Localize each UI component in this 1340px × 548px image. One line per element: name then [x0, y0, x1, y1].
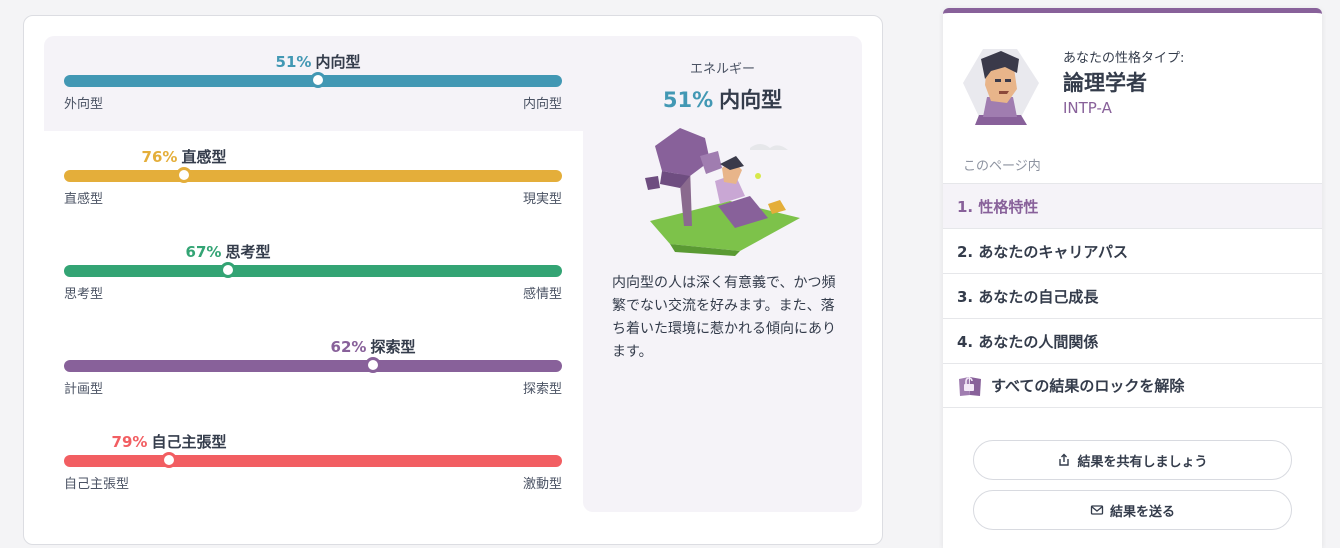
- trait-tactics-knob: [365, 357, 381, 373]
- trait-tactics-bar: [64, 360, 562, 372]
- trait-nature-name: 思考型: [225, 243, 271, 261]
- type-name: 論理学者: [1063, 71, 1147, 95]
- trait-nature-heading: 67% 思考型: [186, 241, 271, 262]
- trait-nature-knob: [220, 262, 236, 278]
- toc-item-personality-traits[interactable]: 1. 性格特性: [943, 183, 1322, 228]
- unlock-book-icon: [959, 376, 981, 396]
- trait-detail-percent: 51%: [662, 88, 714, 112]
- trait-tactics-left-label: 計画型: [64, 382, 104, 397]
- toc-item-label: 2. あなたのキャリアパス: [957, 242, 1129, 261]
- trait-mind-name: 直感型: [181, 148, 227, 166]
- send-results-button[interactable]: 結果を送る: [973, 490, 1292, 530]
- avatar-illustration: [963, 49, 1039, 125]
- trait-energy[interactable]: 51% 内向型 外向型 内向型: [64, 51, 562, 121]
- toc-item-label: 3. あなたの自己成長: [957, 287, 1099, 306]
- trait-energy-left-label: 外向型: [64, 97, 104, 112]
- toc-item-relationships[interactable]: 4. あなたの人間関係: [943, 318, 1322, 363]
- trait-category: エネルギー: [689, 62, 755, 77]
- trait-detail-name: 内向型: [719, 88, 783, 112]
- trait-energy-knob: [310, 72, 326, 88]
- trait-energy-name: 内向型: [315, 53, 361, 71]
- table-of-contents: 1. 性格特性 2. あなたのキャリアパス 3. あなたの自己成長 4. あなた…: [943, 183, 1322, 408]
- trait-identity[interactable]: 79% 自己主張型 自己主張型 激動型: [64, 431, 562, 501]
- trait-identity-right-label: 激動型: [522, 477, 562, 492]
- trait-energy-heading: 51% 内向型: [276, 51, 361, 72]
- trait-identity-heading: 79% 自己主張型: [112, 431, 227, 452]
- trait-identity-percent: 79%: [111, 433, 148, 451]
- trait-mind-left-label: 直感型: [64, 192, 104, 207]
- trait-tactics-right-label: 探索型: [522, 382, 562, 397]
- type-code: INTP-A: [1063, 99, 1112, 117]
- share-results-button[interactable]: 結果を共有しましょう: [973, 440, 1292, 480]
- toc-item-self-growth[interactable]: 3. あなたの自己成長: [943, 273, 1322, 318]
- trait-identity-bar: [64, 455, 562, 467]
- trait-mind-percent: 76%: [141, 148, 178, 166]
- traits-panel: 51% 内向型 外向型 内向型 76% 直感型 直感型 現実型 67% 思考型 思考型…: [44, 36, 862, 512]
- trait-mind[interactable]: 76% 直感型 直感型 現実型: [64, 146, 562, 216]
- toc-item-label: 4. あなたの人間関係: [957, 332, 1099, 351]
- trait-mind-right-label: 現実型: [522, 192, 562, 207]
- trait-nature[interactable]: 67% 思考型 思考型 感情型: [64, 241, 562, 311]
- reading-person-illustration: [645, 128, 800, 256]
- unlock-all-results-link[interactable]: すべての結果のロックを解除: [943, 363, 1322, 408]
- type-kicker: あなたの性格タイプ:: [1063, 51, 1185, 66]
- trait-detail-description: 内向型の人は深く有意義で、かつ頻繁でない交流を好みます。また、落ち着いた環境に惹…: [612, 275, 836, 360]
- trait-detail-title: 51% 内向型: [583, 84, 862, 114]
- trait-energy-percent: 51%: [275, 53, 312, 71]
- share-button-label: 結果を共有しましょう: [1077, 454, 1208, 470]
- trait-tactics[interactable]: 62% 探索型 計画型 探索型: [64, 336, 562, 406]
- unlock-label: すべての結果のロックを解除: [991, 377, 1185, 395]
- trait-mind-knob: [176, 167, 192, 183]
- trait-tactics-percent: 62%: [330, 338, 367, 356]
- trait-detail-panel: エネルギー 51% 内向型 内向型の人は深く有意義で、かつ頻繁でない交流を好みま…: [583, 36, 862, 512]
- mail-icon: [1090, 505, 1104, 515]
- share-icon: [1059, 453, 1070, 466]
- trait-tactics-heading: 62% 探索型: [331, 336, 416, 357]
- send-button-label: 結果を送る: [1109, 504, 1175, 520]
- trait-mind-bar: [64, 170, 562, 182]
- trait-nature-right-label: 感情型: [522, 287, 562, 302]
- trait-tactics-name: 探索型: [370, 338, 416, 356]
- trait-nature-left-label: 思考型: [64, 287, 104, 302]
- trait-identity-knob: [161, 452, 177, 468]
- toc-title: このページ内: [963, 159, 1041, 174]
- toc-item-career-path[interactable]: 2. あなたのキャリアパス: [943, 228, 1322, 273]
- trait-nature-bar: [64, 265, 562, 277]
- trait-identity-name: 自己主張型: [151, 433, 227, 451]
- trait-energy-right-label: 内向型: [522, 97, 562, 112]
- trait-nature-percent: 67%: [185, 243, 222, 261]
- trait-identity-left-label: 自己主張型: [64, 477, 130, 492]
- toc-item-label: 1. 性格特性: [957, 197, 1039, 216]
- trait-mind-heading: 76% 直感型: [142, 146, 227, 167]
- results-sidebar: あなたの性格タイプ: 論理学者 INTP-A このページ内 1. 性格特性 2.…: [943, 8, 1322, 548]
- personality-traits-card: 51% 内向型 外向型 内向型 76% 直感型 直感型 現実型 67% 思考型 思考型…: [23, 15, 883, 545]
